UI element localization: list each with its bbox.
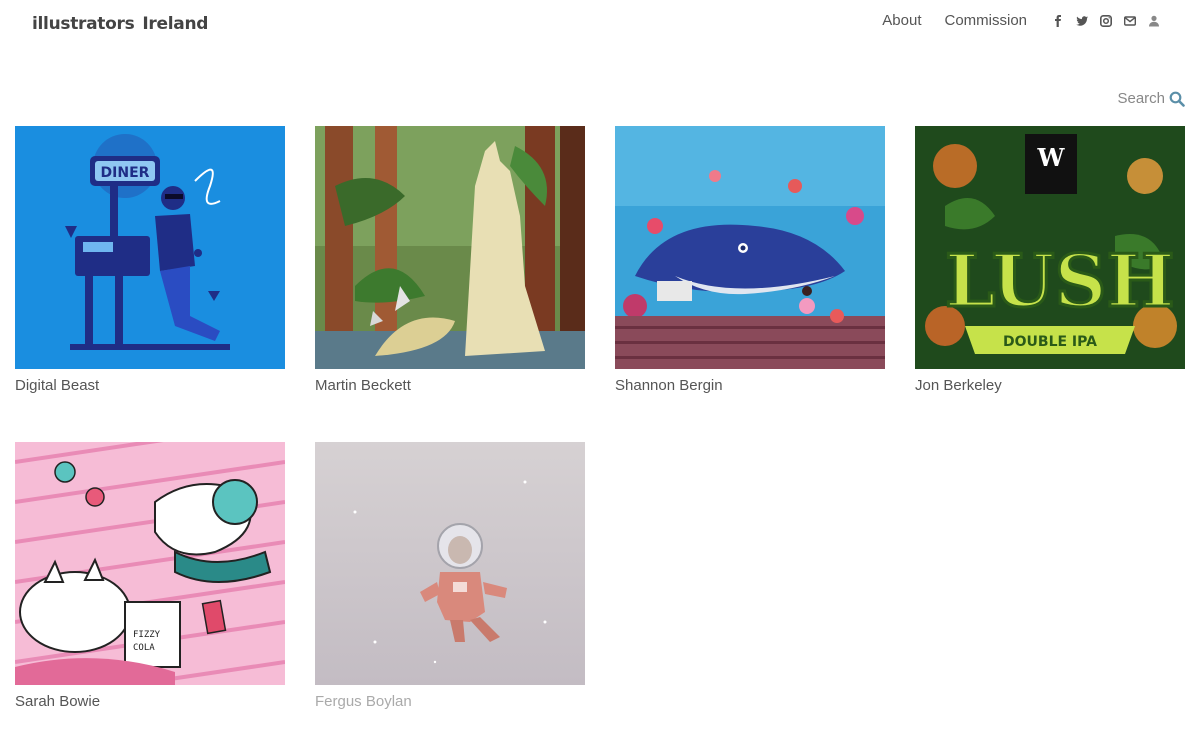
illustrator-card-fergus-boylan[interactable]: Fergus Boylan [315, 442, 585, 711]
illustrator-thumbnail[interactable]: FIZZY COLA [15, 442, 285, 685]
logo-text-illustrators: illustrators [32, 14, 135, 34]
instagram-icon[interactable] [1100, 14, 1112, 28]
illustrator-card-sarah-bowie[interactable]: FIZZY COLA Sarah Bowie [15, 442, 285, 711]
illustrator-thumbnail[interactable] [615, 126, 885, 369]
nav-commission-link[interactable]: Commission [944, 12, 1027, 29]
jon-berkeley-artwork: W LUSH DOUBLE IPA [915, 126, 1185, 369]
mail-icon[interactable] [1124, 14, 1136, 28]
illustrator-card-digital-beast[interactable]: DINER Digital Beast [15, 126, 285, 395]
search-button[interactable]: Search [1117, 90, 1185, 107]
twitter-icon[interactable] [1076, 14, 1088, 28]
illustrator-name[interactable]: Shannon Bergin [615, 377, 885, 395]
illustrator-card-martin-beckett[interactable]: Martin Beckett [315, 126, 585, 395]
digital-beast-artwork: DINER [15, 126, 285, 369]
logo-text-ireland: Ireland [142, 14, 209, 34]
user-icon[interactable] [1148, 14, 1160, 28]
illustrator-name[interactable]: Sarah Bowie [15, 693, 285, 711]
svg-text:DOUBLE IPA: DOUBLE IPA [1003, 334, 1097, 350]
martin-beckett-artwork [315, 126, 585, 369]
illustrator-name[interactable]: Fergus Boylan [315, 693, 585, 711]
illustrator-card-jon-berkeley[interactable]: W LUSH DOUBLE IPA Jon Berkeley [915, 126, 1185, 395]
shannon-bergin-artwork [615, 126, 885, 369]
illustrator-card-shannon-bergin[interactable]: Shannon Bergin [615, 126, 885, 395]
nav-about-link[interactable]: About [882, 12, 921, 29]
svg-text:DINER: DINER [101, 165, 150, 181]
illustrator-name[interactable]: Jon Berkeley [915, 377, 1185, 395]
svg-text:LUSH: LUSH [945, 238, 1175, 323]
main-nav: About Commission [882, 12, 1160, 29]
search-label: Search [1117, 90, 1165, 107]
svg-text:COLA: COLA [133, 643, 155, 653]
illustrator-grid: DINER Digital Beast Martin Beckett Shann… [15, 126, 1185, 711]
social-icons [1052, 14, 1160, 28]
site-logo[interactable]: illustrators Ireland [32, 14, 208, 34]
fergus-boylan-artwork [315, 442, 585, 685]
search-icon [1169, 91, 1185, 107]
svg-text:FIZZY: FIZZY [133, 630, 161, 640]
illustrator-name[interactable]: Digital Beast [15, 377, 285, 395]
illustrator-thumbnail[interactable]: W LUSH DOUBLE IPA [915, 126, 1185, 369]
illustrator-thumbnail[interactable]: DINER [15, 126, 285, 369]
illustrator-thumbnail[interactable] [315, 442, 585, 685]
facebook-icon[interactable] [1052, 14, 1064, 28]
sarah-bowie-artwork: FIZZY COLA [15, 442, 285, 685]
illustrator-thumbnail[interactable] [315, 126, 585, 369]
svg-text:W: W [1037, 143, 1066, 172]
illustrator-name[interactable]: Martin Beckett [315, 377, 585, 395]
